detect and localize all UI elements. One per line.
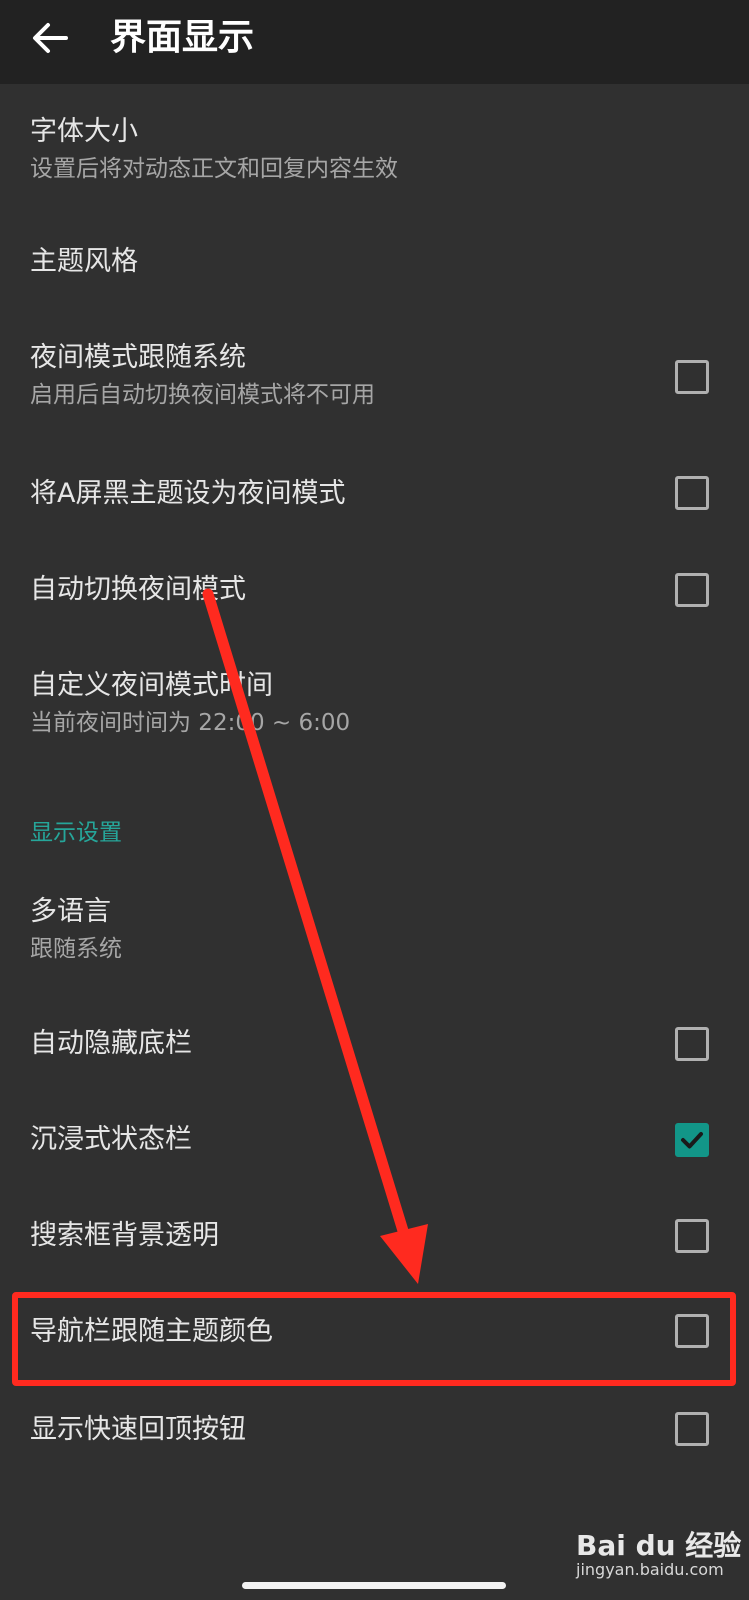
setting-font-size[interactable]: 字体大小 设置后将对动态正文和回复内容生效 [0,84,749,196]
setting-title: 主题风格 [30,246,138,277]
setting-auto-hide-bottom-bar[interactable]: 自动隐藏底栏 [0,1000,749,1090]
setting-subtitle: 跟随系统 [30,936,122,962]
annotation-highlight-box [12,1292,736,1386]
setting-custom-night-time[interactable]: 自定义夜间模式时间 当前夜间时间为 22:00 ~ 6:00 [0,632,749,772]
home-indicator[interactable] [242,1582,506,1589]
arrow-left-icon[interactable] [30,18,70,58]
auto-hide-bottom-bar-checkbox[interactable] [675,1027,709,1061]
setting-title: 自动切换夜间模式 [30,574,246,605]
setting-search-transparent[interactable]: 搜索框背景透明 [0,1192,749,1282]
setting-title: 沉浸式状态栏 [30,1124,192,1155]
search-transparent-checkbox[interactable] [675,1219,709,1253]
setting-night-follow-system[interactable]: 夜间模式跟随系统 启用后自动切换夜间模式将不可用 [0,316,749,438]
setting-title: 夜间模式跟随系统 [30,342,246,373]
section-header-display: 显示设置 [30,820,122,846]
setting-title: 自动隐藏底栏 [30,1028,192,1059]
checkmark-icon [681,1132,703,1149]
immersive-status-bar-checkbox[interactable] [675,1123,709,1157]
setting-back-to-top-button[interactable]: 显示快速回顶按钮 [0,1386,749,1476]
setting-title: 字体大小 [30,116,138,147]
setting-subtitle: 当前夜间时间为 22:00 ~ 6:00 [30,710,351,736]
amoled-night-checkbox[interactable] [675,476,709,510]
setting-immersive-status-bar[interactable]: 沉浸式状态栏 [0,1096,749,1186]
setting-subtitle: 启用后自动切换夜间模式将不可用 [30,382,375,408]
watermark-brand: Bai du 经验 [576,1529,742,1562]
setting-title: 搜索框背景透明 [30,1220,219,1251]
page-title: 界面显示 [110,17,255,58]
app-bar: 界面显示 [0,0,749,84]
setting-language[interactable]: 多语言 跟随系统 [0,870,749,992]
setting-auto-night[interactable]: 自动切换夜间模式 [0,550,749,632]
setting-title: 显示快速回顶按钮 [30,1414,246,1445]
setting-amoled-night[interactable]: 将A屏黑主题设为夜间模式 [0,438,749,550]
watermark-url: jingyan.baidu.com [576,1560,724,1579]
night-follow-system-checkbox[interactable] [675,360,709,394]
setting-title: 自定义夜间模式时间 [30,670,273,701]
setting-title: 多语言 [30,896,111,927]
setting-subtitle: 设置后将对动态正文和回复内容生效 [30,156,398,182]
baidu-jingyan-watermark: Bai du 经验 jingyan.baidu.com [576,1522,741,1584]
back-to-top-button-checkbox[interactable] [675,1412,709,1446]
setting-theme-style[interactable]: 主题风格 [0,196,749,316]
setting-title: 将A屏黑主题设为夜间模式 [30,478,346,509]
auto-night-checkbox[interactable] [675,573,709,607]
